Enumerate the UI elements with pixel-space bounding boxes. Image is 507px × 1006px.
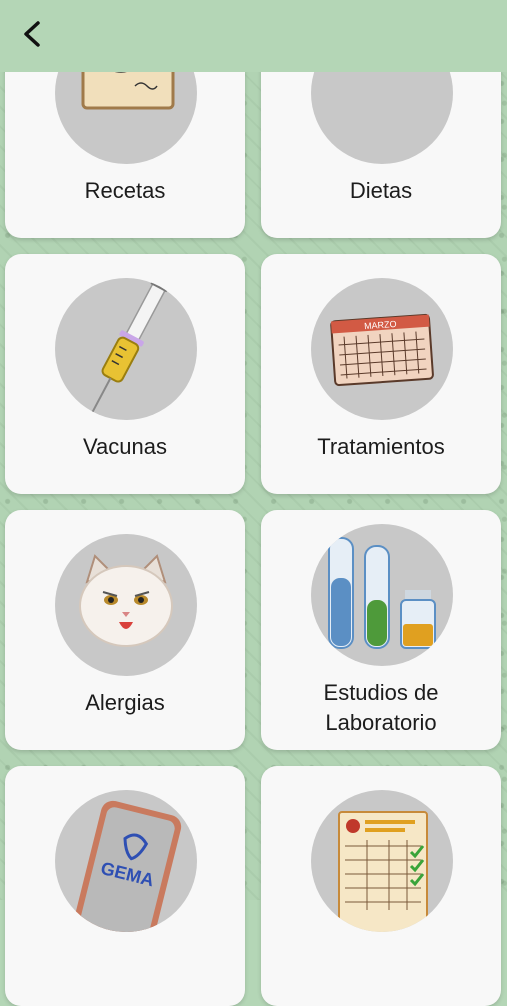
syringe-icon [55, 278, 197, 420]
card-estudios-de-laboratorio[interactable]: Estudios de Laboratorio [261, 510, 501, 750]
card-label: Dietas [349, 178, 413, 203]
card-label: Recetas [84, 178, 166, 203]
app-header [0, 0, 507, 72]
test-tubes-icon [311, 524, 453, 666]
card-label-line2: Laboratorio [325, 710, 437, 735]
back-button[interactable] [14, 16, 50, 52]
card-vacunas[interactable]: Vacunas [5, 254, 245, 494]
card-label: Vacunas [83, 434, 167, 459]
card-alergias[interactable]: Alergias [5, 510, 245, 750]
checklist-icon [311, 790, 453, 932]
card-gema[interactable]: GEMA [5, 766, 245, 1006]
calendar-icon: MARZO [311, 278, 453, 420]
card-tratamientos[interactable]: MARZO Tratamientos [261, 254, 501, 494]
chevron-left-icon [24, 21, 40, 47]
card-label-line1: Estudios de [323, 680, 439, 705]
card-label: Tratamientos [317, 434, 445, 459]
category-grid: Recetas Dietas Vacunas MARZO Tratamiento… [0, 0, 507, 1006]
card-label: Estudios de Laboratorio [261, 678, 501, 738]
card-label: Alergias [85, 690, 165, 715]
card-checklist[interactable] [261, 766, 501, 1006]
cat-icon [55, 534, 197, 676]
phone-icon: GEMA [55, 790, 197, 932]
